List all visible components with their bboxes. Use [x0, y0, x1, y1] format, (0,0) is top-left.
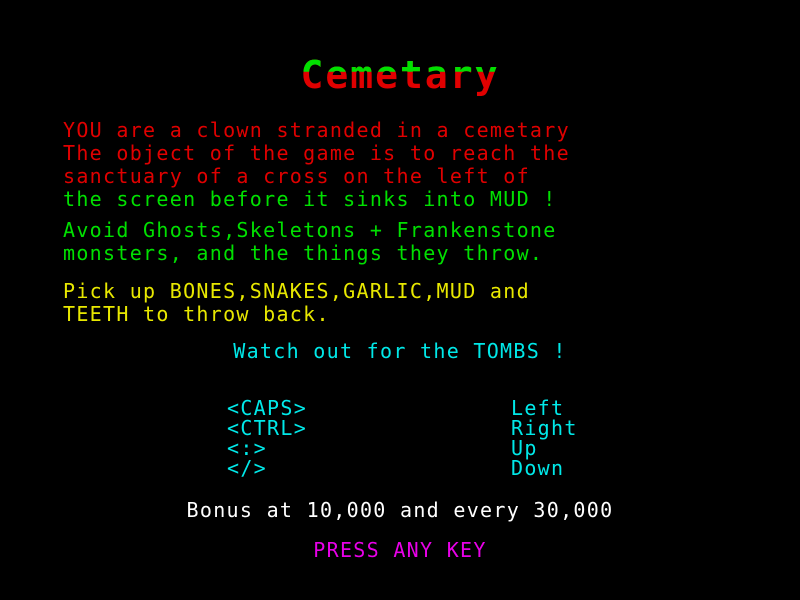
intro-line-1: YOU are a clown stranded in a cemetary: [63, 118, 570, 142]
control-action-down: Down: [511, 456, 565, 480]
game-title-screen: Cemetary Cemetary YOU are a clown strand…: [0, 0, 800, 600]
pickup-line-2: TEETH to throw back.: [63, 302, 330, 326]
control-action-left: Left: [511, 396, 565, 420]
control-key-right: <CTRL>: [227, 416, 308, 440]
control-row-right: <CTRL> Right: [0, 418, 800, 438]
control-row-up: <:> Up: [0, 438, 800, 458]
intro-line-2: The object of the game is to reach the: [63, 141, 570, 165]
game-title: Cemetary Cemetary: [0, 55, 800, 97]
control-key-left: <CAPS>: [227, 396, 308, 420]
tombs-warning: Watch out for the TOMBS !: [233, 339, 567, 363]
avoid-line-2: monsters, and the things they throw.: [63, 241, 544, 265]
controls-list: <CAPS> Left <CTRL> Right <:> Up </> Down: [0, 398, 800, 484]
control-key-down: </>: [227, 456, 268, 480]
control-row-left: <CAPS> Left: [0, 398, 800, 418]
intro-line-3: sanctuary of a cross on the left of: [63, 164, 530, 188]
pickup-line-1: Pick up BONES,SNAKES,GARLIC,MUD and: [63, 279, 530, 303]
control-key-up: <:>: [227, 436, 268, 460]
control-action-up: Up: [511, 436, 538, 460]
game-title-text: Cemetary Cemetary: [300, 55, 499, 95]
game-title-base-layer: Cemetary: [300, 53, 500, 97]
press-any-key-prompt[interactable]: PRESS ANY KEY: [0, 540, 800, 560]
control-action-right: Right: [511, 416, 578, 440]
bonus-text: Bonus at 10,000 and every 30,000: [186, 498, 614, 522]
avoid-line-1: Avoid Ghosts,Skeletons + Frankenstone: [63, 218, 557, 242]
intro-line-4: the screen before it sinks into MUD !: [63, 187, 557, 211]
control-row-down: </> Down: [0, 458, 800, 478]
